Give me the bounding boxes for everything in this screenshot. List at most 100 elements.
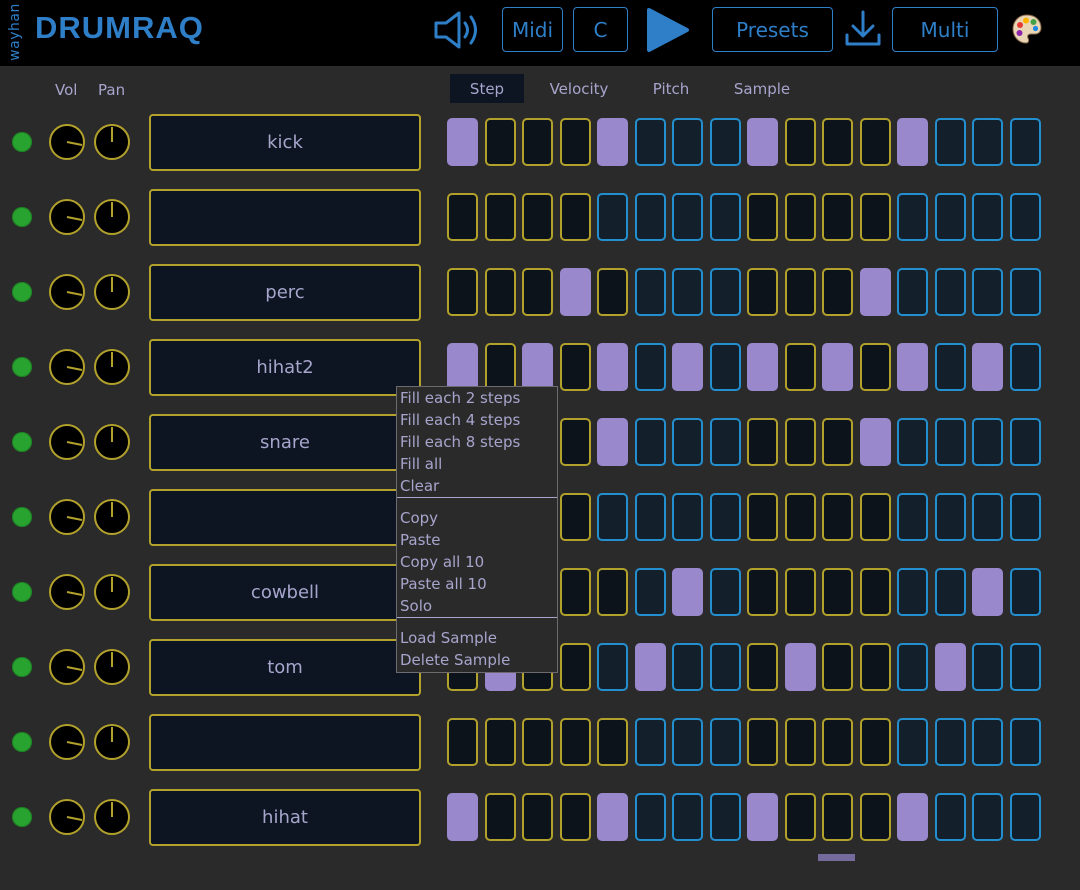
step-cell[interactable] bbox=[935, 493, 966, 541]
step-cell[interactable] bbox=[972, 493, 1003, 541]
step-cell[interactable] bbox=[672, 793, 703, 841]
scroll-indicator[interactable] bbox=[818, 854, 855, 861]
step-cell[interactable] bbox=[1010, 793, 1041, 841]
pan-knob[interactable] bbox=[94, 499, 130, 535]
step-cell[interactable] bbox=[485, 118, 516, 166]
step-cell[interactable] bbox=[785, 568, 816, 616]
step-cell[interactable] bbox=[485, 343, 516, 391]
pan-knob[interactable] bbox=[94, 124, 130, 160]
step-cell[interactable] bbox=[560, 718, 591, 766]
step-cell[interactable] bbox=[897, 718, 928, 766]
step-cell[interactable] bbox=[447, 193, 478, 241]
step-cell[interactable] bbox=[635, 343, 666, 391]
step-cell[interactable] bbox=[747, 193, 778, 241]
menu-paste[interactable]: Paste bbox=[400, 531, 441, 549]
step-cell[interactable] bbox=[747, 718, 778, 766]
track-active-led[interactable] bbox=[12, 657, 32, 677]
step-cell[interactable] bbox=[522, 718, 553, 766]
step-cell[interactable] bbox=[1010, 118, 1041, 166]
step-cell[interactable] bbox=[560, 268, 591, 316]
step-cell[interactable] bbox=[860, 793, 891, 841]
track-active-led[interactable] bbox=[12, 582, 32, 602]
step-cell[interactable] bbox=[897, 268, 928, 316]
step-cell[interactable] bbox=[822, 418, 853, 466]
step-cell[interactable] bbox=[860, 418, 891, 466]
step-cell[interactable] bbox=[897, 418, 928, 466]
track-sample-name[interactable]: hihat2 bbox=[149, 339, 421, 396]
volume-knob[interactable] bbox=[49, 574, 85, 610]
step-cell[interactable] bbox=[710, 118, 741, 166]
step-cell[interactable] bbox=[485, 193, 516, 241]
pan-knob[interactable] bbox=[94, 724, 130, 760]
step-cell[interactable] bbox=[822, 793, 853, 841]
step-cell[interactable] bbox=[672, 718, 703, 766]
step-cell[interactable] bbox=[935, 343, 966, 391]
step-cell[interactable] bbox=[1010, 643, 1041, 691]
step-cell[interactable] bbox=[785, 193, 816, 241]
menu-fill-all[interactable]: Fill all bbox=[400, 455, 442, 473]
step-cell[interactable] bbox=[860, 118, 891, 166]
menu-fill-2[interactable]: Fill each 2 steps bbox=[400, 389, 520, 407]
step-cell[interactable] bbox=[672, 193, 703, 241]
step-cell[interactable] bbox=[710, 493, 741, 541]
step-cell[interactable] bbox=[710, 418, 741, 466]
step-cell[interactable] bbox=[1010, 343, 1041, 391]
step-cell[interactable] bbox=[635, 718, 666, 766]
step-cell[interactable] bbox=[635, 568, 666, 616]
step-cell[interactable] bbox=[560, 118, 591, 166]
step-cell[interactable] bbox=[710, 343, 741, 391]
track-sample-name[interactable]: snare bbox=[149, 414, 421, 471]
step-cell[interactable] bbox=[560, 493, 591, 541]
step-cell[interactable] bbox=[860, 718, 891, 766]
step-cell[interactable] bbox=[710, 643, 741, 691]
step-cell[interactable] bbox=[1010, 718, 1041, 766]
pan-knob[interactable] bbox=[94, 574, 130, 610]
track-sample-name[interactable]: cowbell bbox=[149, 564, 421, 621]
palette-icon[interactable] bbox=[1010, 12, 1044, 46]
step-cell[interactable] bbox=[935, 193, 966, 241]
step-cell[interactable] bbox=[597, 118, 628, 166]
menu-clear[interactable]: Clear bbox=[400, 477, 439, 495]
menu-fill-4[interactable]: Fill each 4 steps bbox=[400, 411, 520, 429]
step-cell[interactable] bbox=[747, 118, 778, 166]
step-cell[interactable] bbox=[635, 268, 666, 316]
volume-knob[interactable] bbox=[49, 649, 85, 685]
step-cell[interactable] bbox=[822, 193, 853, 241]
step-cell[interactable] bbox=[597, 193, 628, 241]
step-cell[interactable] bbox=[635, 493, 666, 541]
step-cell[interactable] bbox=[860, 568, 891, 616]
step-cell[interactable] bbox=[860, 493, 891, 541]
step-cell[interactable] bbox=[447, 343, 478, 391]
volume-knob[interactable] bbox=[49, 349, 85, 385]
menu-fill-8[interactable]: Fill each 8 steps bbox=[400, 433, 520, 451]
step-cell[interactable] bbox=[747, 493, 778, 541]
step-cell[interactable] bbox=[785, 718, 816, 766]
track-sample-name[interactable] bbox=[149, 714, 421, 771]
step-cell[interactable] bbox=[747, 343, 778, 391]
step-cell[interactable] bbox=[860, 193, 891, 241]
step-cell[interactable] bbox=[672, 643, 703, 691]
step-cell[interactable] bbox=[897, 343, 928, 391]
step-cell[interactable] bbox=[972, 268, 1003, 316]
step-cell[interactable] bbox=[447, 118, 478, 166]
step-cell[interactable] bbox=[560, 343, 591, 391]
pan-knob[interactable] bbox=[94, 274, 130, 310]
track-active-led[interactable] bbox=[12, 207, 32, 227]
step-cell[interactable] bbox=[972, 718, 1003, 766]
step-cell[interactable] bbox=[785, 418, 816, 466]
step-cell[interactable] bbox=[935, 643, 966, 691]
step-cell[interactable] bbox=[897, 793, 928, 841]
volume-knob[interactable] bbox=[49, 799, 85, 835]
step-cell[interactable] bbox=[785, 493, 816, 541]
step-cell[interactable] bbox=[1010, 418, 1041, 466]
track-sample-name[interactable]: kick bbox=[149, 114, 421, 171]
step-cell[interactable] bbox=[785, 343, 816, 391]
volume-knob[interactable] bbox=[49, 124, 85, 160]
track-sample-name[interactable] bbox=[149, 189, 421, 246]
step-cell[interactable] bbox=[672, 418, 703, 466]
step-cell[interactable] bbox=[447, 718, 478, 766]
step-cell[interactable] bbox=[822, 643, 853, 691]
step-cell[interactable] bbox=[747, 268, 778, 316]
step-cell[interactable] bbox=[597, 568, 628, 616]
step-cell[interactable] bbox=[897, 118, 928, 166]
